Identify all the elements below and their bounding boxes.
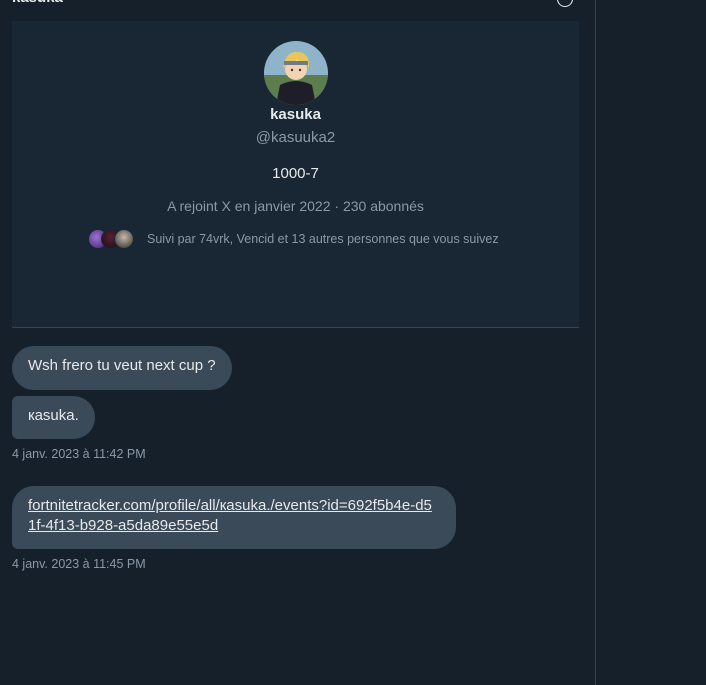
profile-handle: @kasuuka2	[255, 129, 336, 146]
profile-display-name[interactable]: kasuka	[12, 106, 579, 123]
follower-avatars	[88, 227, 138, 251]
info-icon[interactable]	[557, 0, 573, 7]
message-timestamp: 4 janv. 2023 à 11:45 PM	[12, 557, 146, 571]
profile-bio: 1000-7	[272, 165, 319, 182]
conversation-title: kasuka	[12, 0, 63, 8]
dm-conversation-page: kasuka kasuka @kasuuka2 1000-7 A rejoint…	[0, 0, 706, 685]
message-link[interactable]: fortnitetracker.com/profile/all/кasuka./…	[28, 497, 432, 534]
message-bubble-link[interactable]: fortnitetracker.com/profile/all/кasuka./…	[12, 486, 456, 549]
profile-meta: A rejoint X en janvier 2022 · 230 abonné…	[167, 198, 424, 214]
message-timestamp: 4 janv. 2023 à 11:42 PM	[12, 447, 146, 461]
avatar[interactable]	[264, 41, 328, 105]
profile-card[interactable]: kasuka @kasuuka2 1000-7 A rejoint X en j…	[12, 21, 579, 328]
follower-avatar	[114, 229, 134, 249]
followed-by-row[interactable]: Suivi par 74vrk, Vencid et 13 autres per…	[88, 226, 499, 252]
panel-divider	[595, 0, 596, 685]
message-bubble[interactable]: Wsh frero tu veut next cup ?	[12, 346, 232, 390]
message-bubble[interactable]: кasuka.	[12, 396, 95, 439]
followed-by-text: Suivi par 74vrk, Vencid et 13 autres per…	[147, 232, 499, 246]
